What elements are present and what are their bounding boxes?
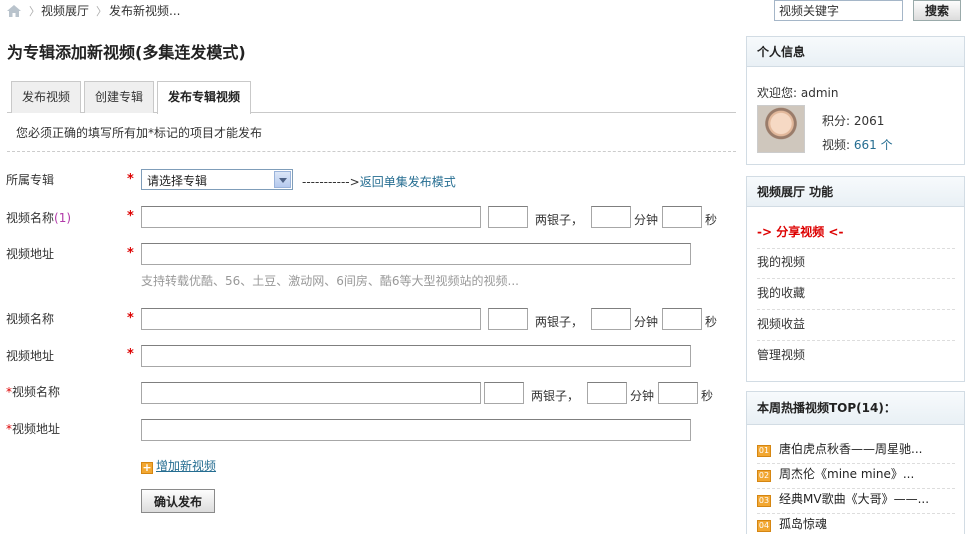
dropdown-arrow-icon[interactable] (274, 171, 291, 188)
videos-stat: 视频: 661 个 (822, 136, 893, 153)
second-unit: 秒 (705, 315, 718, 329)
silver-input-2[interactable] (488, 308, 528, 330)
video-name-label-1: 视频名称(1) (6, 209, 71, 226)
top-video-title: 周杰伦《mine mine》... (779, 467, 915, 481)
videos-count-link[interactable]: 661 个 (854, 138, 893, 152)
silver-unit: 两银子， (535, 213, 584, 227)
share-video-link[interactable]: -> 分享视频 <- (757, 223, 955, 249)
add-video-label: 增加新视频 (156, 459, 217, 473)
plus-icon: + (141, 461, 153, 474)
top-video-item[interactable]: 02 周杰伦《mine mine》... (757, 465, 955, 489)
silver-unit: 两银子， (535, 315, 584, 329)
supported-sites-hint: 支持转载优酷、56、土豆、激动网、6间房、酷6等大型视频站的视频... (141, 274, 519, 288)
video-name-label-2: 视频名称 (6, 312, 55, 326)
top-videos-box: 本周热播视频TOP(14)： 01 唐伯虎点秋香——周星驰... 02 周杰伦《mi… (746, 391, 965, 534)
rank-badge: 03 (757, 495, 771, 507)
welcome-text: 欢迎您: admin (757, 86, 839, 100)
video-name-text: 视频名称 (6, 211, 55, 225)
top-videos-title: 本周热播视频TOP(14)： (747, 392, 964, 425)
points-stat: 积分: 2061 (822, 114, 885, 128)
album-label: 所属专辑 (6, 173, 55, 187)
second-input-2[interactable] (662, 308, 702, 330)
chevron-right-icon: 〉 (96, 5, 107, 18)
second-input-1[interactable] (662, 206, 702, 228)
top-video-title: 唐伯虎点秋香——周星驰... (779, 442, 923, 456)
my-favorites-link[interactable]: 我的收藏 (757, 284, 955, 310)
submit-button[interactable]: 确认发布 (141, 489, 215, 513)
home-icon[interactable] (6, 4, 22, 18)
required-mark: * (127, 246, 134, 261)
required-mark: * (127, 172, 134, 187)
manage-videos-link[interactable]: 管理视频 (757, 346, 955, 371)
minute-unit: 分钟 (634, 213, 659, 227)
video-url-input-3[interactable] (141, 419, 691, 441)
search-input[interactable] (774, 0, 903, 21)
minute-input-3[interactable] (587, 382, 627, 404)
minute-input-1[interactable] (591, 206, 631, 228)
tab-publish-album-video[interactable]: 发布专辑视频 (157, 81, 252, 114)
video-url-label-1: 视频地址 (6, 247, 55, 261)
functions-title: 视频展厅 功能 (747, 177, 964, 207)
top-video-item[interactable]: 01 唐伯虎点秋香——周星驰... (757, 440, 955, 464)
minute-input-2[interactable] (591, 308, 631, 330)
video-name-text: 视频名称 (12, 385, 61, 399)
second-unit: 秒 (701, 389, 714, 403)
silver-input-3[interactable] (484, 382, 524, 404)
tab-publish-video[interactable]: 发布视频 (11, 81, 82, 113)
top-video-title: 经典MV歌曲《大哥》——... (779, 492, 930, 506)
album-select[interactable]: 请选择专辑 (141, 169, 293, 190)
avatar[interactable] (757, 105, 805, 153)
video-name-input-1[interactable] (141, 206, 481, 228)
required-notice: 您必须正确的填写所有加*标记的项目才能发布 (16, 126, 263, 140)
video-url-text: 视频地址 (12, 422, 61, 436)
breadcrumb-current: 发布新视频... (109, 4, 181, 18)
required-mark: * (127, 347, 134, 362)
profile-title: 个人信息 (747, 37, 964, 67)
rank-badge: 04 (757, 520, 771, 532)
add-video-link[interactable]: + 增加新视频 (141, 457, 216, 474)
my-videos-link[interactable]: 我的视频 (757, 253, 955, 279)
video-url-input-2[interactable] (141, 345, 691, 367)
silver-input-1[interactable] (488, 206, 528, 228)
videos-stat-label: 视频: (822, 138, 854, 152)
top-video-title: 孤岛惊魂 (779, 517, 828, 531)
album-select-value: 请选择专辑 (147, 174, 208, 188)
back-to-single-link[interactable]: 返回单集发布模式 (360, 175, 456, 189)
back-link-prefix: -----------> (302, 175, 360, 189)
minute-unit: 分钟 (634, 315, 659, 329)
breadcrumb-video-hall[interactable]: 视频展厅 (41, 2, 89, 19)
video-url-label-2: 视频地址 (6, 349, 55, 363)
second-unit: 秒 (705, 213, 718, 227)
minute-unit: 分钟 (630, 389, 655, 403)
search-button[interactable]: 搜索 (913, 0, 961, 21)
top-video-item[interactable]: 04 孤岛惊魂 (757, 515, 955, 534)
divider (7, 151, 736, 152)
required-mark: * (127, 209, 134, 224)
required-mark: * (127, 311, 134, 326)
video-url-label-3: *视频地址 (6, 420, 60, 437)
video-name-label-3: *视频名称 (6, 383, 60, 400)
rank-badge: 01 (757, 445, 771, 457)
second-input-3[interactable] (658, 382, 698, 404)
profile-box: 个人信息 欢迎您: admin 积分: 2061 视频: 661 个 (746, 36, 965, 165)
video-index: (1) (54, 211, 72, 225)
video-name-input-2[interactable] (141, 308, 481, 330)
page-title: 为专辑添加新视频(多集连发模式) (7, 43, 246, 62)
chevron-right-icon: 〉 (29, 5, 40, 18)
video-url-input-1[interactable] (141, 243, 691, 265)
silver-unit: 两银子， (531, 389, 580, 403)
functions-box: 视频展厅 功能 -> 分享视频 <- 我的视频 我的收藏 视频收益 管理视频 (746, 176, 965, 382)
back-link-row: ----------->返回单集发布模式 (302, 173, 456, 190)
video-earnings-link[interactable]: 视频收益 (757, 315, 955, 341)
tab-create-album[interactable]: 创建专辑 (84, 81, 155, 113)
top-video-item[interactable]: 03 经典MV歌曲《大哥》——... (757, 490, 955, 514)
tab-bar: 发布视频 创建专辑 发布专辑视频 (7, 80, 736, 114)
video-name-input-3[interactable] (141, 382, 481, 404)
top-bar: 〉 视频展厅 〉 发布新视频... 搜索 (0, 0, 971, 24)
rank-badge: 02 (757, 470, 771, 482)
